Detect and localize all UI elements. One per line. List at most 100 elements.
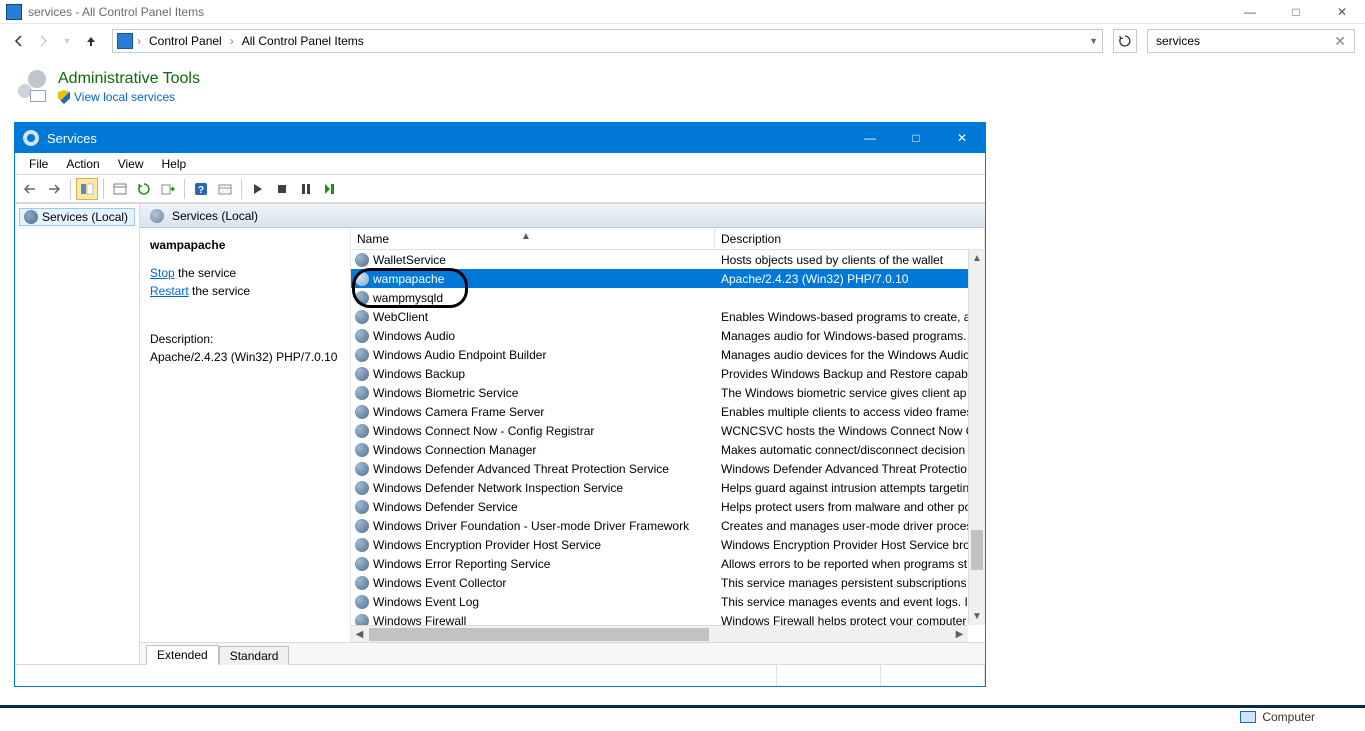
service-row[interactable]: wampmysqld [351, 288, 985, 307]
service-gear-icon [355, 272, 369, 286]
taskbar: Computer [0, 705, 1365, 731]
service-name-cell: Windows Event Log [373, 595, 479, 609]
scroll-down-icon[interactable]: ▼ [969, 608, 985, 625]
services-statusbar [15, 664, 985, 686]
services-right-header-label: Services (Local) [172, 209, 258, 223]
service-row[interactable]: Windows Audio Endpoint BuilderManages au… [351, 345, 985, 364]
column-header-description[interactable]: Description [715, 228, 985, 249]
service-row[interactable]: Windows Biometric ServiceThe Windows bio… [351, 383, 985, 402]
menu-view[interactable]: View [110, 155, 152, 173]
services-titlebar[interactable]: Services — □ ✕ [15, 123, 985, 153]
nav-recent-dropdown[interactable]: ▼ [58, 32, 76, 50]
menu-action[interactable]: Action [58, 155, 107, 173]
service-gear-icon [355, 348, 369, 362]
explorer-close-button[interactable]: ✕ [1319, 0, 1365, 24]
toolbar-properties-icon[interactable] [109, 178, 131, 200]
service-row[interactable]: Windows Connection Manager Makes automati… [351, 440, 985, 459]
description-label: Description: [150, 332, 342, 346]
toolbar-start-service-icon[interactable] [247, 178, 269, 200]
scroll-left-icon[interactable]: ◀ [351, 629, 368, 640]
horizontal-scrollbar[interactable]: ◀ ▶ [351, 625, 968, 642]
breadcrumb-control-panel[interactable]: Control Panel [145, 34, 226, 48]
menu-help[interactable]: Help [154, 155, 195, 173]
toolbar-pause-service-icon[interactable] [295, 178, 317, 200]
services-close-button[interactable]: ✕ [939, 123, 985, 153]
scroll-thumb-h[interactable] [369, 628, 709, 641]
vertical-scrollbar[interactable]: ▲ ▼ [968, 250, 985, 625]
tab-extended[interactable]: Extended [146, 645, 219, 665]
services-task-panel: wampapache Stop the service Restart the … [140, 228, 350, 642]
service-row[interactable]: WebClientEnables Windows-based programs … [351, 307, 985, 326]
address-dropdown-icon[interactable]: ▼ [1089, 36, 1098, 46]
scroll-right-icon[interactable]: ▶ [951, 629, 968, 640]
toolbar-show-hide-icon[interactable] [76, 178, 98, 200]
service-row[interactable]: Windows Camera Frame ServerEnables multi… [351, 402, 985, 421]
stop-service-link[interactable]: Stop [150, 266, 175, 280]
service-row[interactable]: WalletServiceHosts objects used by clien… [351, 250, 985, 269]
service-row[interactable]: Windows Event CollectorThis service mana… [351, 573, 985, 592]
restart-suffix: the service [189, 284, 250, 298]
search-box[interactable]: ✕ [1147, 29, 1355, 53]
service-name-cell: Windows Error Reporting Service [373, 557, 550, 571]
service-desc-cell: Makes automatic connect/disconnect decis… [721, 443, 965, 457]
toolbar-refresh-icon[interactable] [133, 178, 155, 200]
nav-up-button[interactable] [82, 32, 100, 50]
service-row[interactable]: Windows Encryption Provider Host Service… [351, 535, 985, 554]
services-header-icon [150, 209, 164, 223]
nav-forward-button[interactable] [34, 32, 52, 50]
service-name-cell: Windows Defender Service [373, 500, 518, 514]
service-desc-cell: Windows Encryption Provider Host Service… [721, 538, 970, 552]
service-gear-icon [355, 500, 369, 514]
toolbar-stop-service-icon[interactable] [271, 178, 293, 200]
service-name-cell: Windows Audio Endpoint Builder [373, 348, 546, 362]
service-gear-icon [355, 253, 369, 267]
service-name-cell: Windows Connection Manager [373, 443, 536, 457]
toolbar-restart-service-icon[interactable] [319, 178, 341, 200]
search-clear-icon[interactable]: ✕ [1332, 33, 1348, 50]
service-name-cell: WalletService [373, 253, 446, 267]
column-header-name[interactable]: Name▲ [351, 228, 715, 249]
services-minimize-button[interactable]: — [847, 123, 893, 153]
service-row[interactable]: Windows Defender Advanced Threat Protect… [351, 459, 985, 478]
service-row[interactable]: wampapacheApache/2.4.23 (Win32) PHP/7.0.… [351, 269, 985, 288]
service-name-cell: Windows Driver Foundation - User-mode Dr… [373, 519, 689, 533]
toolbar-help-icon[interactable]: ? [190, 178, 212, 200]
breadcrumb-all-items[interactable]: All Control Panel Items [238, 34, 368, 48]
explorer-maximize-button[interactable]: □ [1273, 0, 1319, 24]
tab-standard[interactable]: Standard [219, 646, 290, 665]
service-row[interactable]: Windows BackupProvides Windows Backup an… [351, 364, 985, 383]
services-window: Services — □ ✕ File Action View Help ? [14, 122, 986, 687]
service-row[interactable]: Windows Driver Foundation - User-mode Dr… [351, 516, 985, 535]
service-name-cell: Windows Camera Frame Server [373, 405, 544, 419]
service-row[interactable]: Windows Defender Network Inspection Serv… [351, 478, 985, 497]
service-row[interactable]: Windows Defender ServiceHelps protect us… [351, 497, 985, 516]
services-tree-panel: Services (Local) [15, 204, 140, 664]
toolbar-export-icon[interactable] [157, 178, 179, 200]
service-desc-cell: The Windows biometric service gives clie… [721, 386, 966, 400]
tree-node-services-local[interactable]: Services (Local) [19, 208, 135, 226]
scroll-thumb[interactable] [971, 530, 983, 570]
refresh-button[interactable] [1113, 29, 1137, 53]
system-tray[interactable]: Computer [1240, 707, 1315, 727]
service-row[interactable]: Windows Error Reporting ServiceAllows er… [351, 554, 985, 573]
menu-file[interactable]: File [21, 155, 56, 173]
view-local-services-link[interactable]: View local services [74, 90, 175, 104]
service-row[interactable]: Windows AudioManages audio for Windows-b… [351, 326, 985, 345]
tray-label: Computer [1262, 710, 1315, 724]
scroll-up-icon[interactable]: ▲ [969, 250, 985, 267]
toolbar-forward-icon[interactable] [43, 178, 65, 200]
services-maximize-button[interactable]: □ [893, 123, 939, 153]
category-title: Administrative Tools [58, 70, 200, 88]
search-input[interactable] [1154, 33, 1332, 49]
toolbar-back-icon[interactable] [19, 178, 41, 200]
explorer-navigation-bar: ▼ › Control Panel › All Control Panel It… [0, 24, 1365, 58]
restart-service-link[interactable]: Restart [150, 284, 189, 298]
nav-back-button[interactable] [10, 32, 28, 50]
toolbar-calendar-icon[interactable] [214, 178, 236, 200]
address-bar[interactable]: › Control Panel › All Control Panel Item… [112, 29, 1103, 53]
service-gear-icon [355, 310, 369, 324]
services-window-title: Services [47, 131, 97, 146]
service-row[interactable]: Windows Connect Now - Config RegistrarWC… [351, 421, 985, 440]
explorer-minimize-button[interactable]: — [1227, 0, 1273, 24]
service-row[interactable]: Windows Event LogThis service manages ev… [351, 592, 985, 611]
